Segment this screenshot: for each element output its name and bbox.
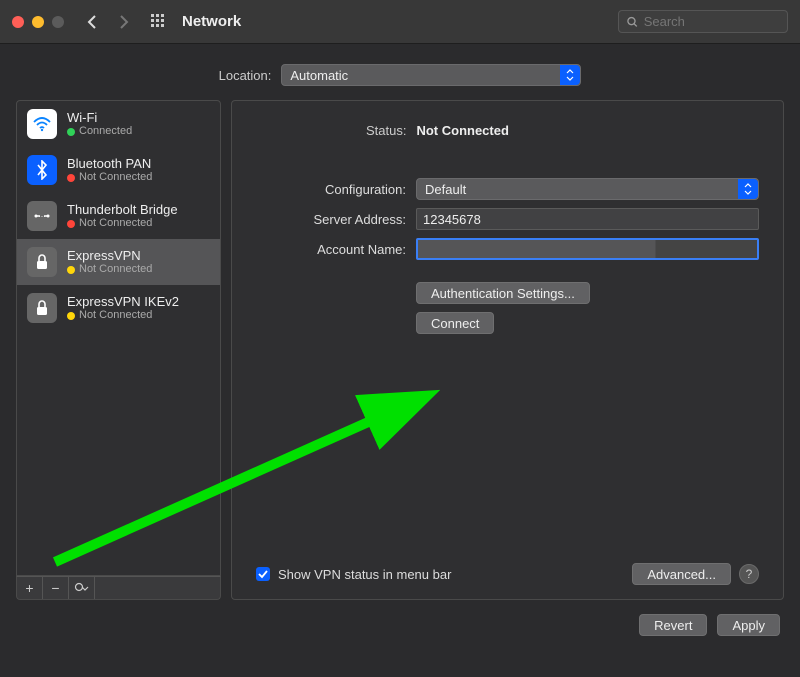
service-name: ExpressVPN IKEv2 [67, 294, 179, 310]
account-name-label: Account Name: [256, 242, 406, 257]
service-status: Connected [67, 125, 132, 138]
bottom-bar: Revert Apply [0, 600, 800, 636]
service-status: Not Connected [67, 217, 178, 230]
status-dot [67, 128, 75, 136]
configuration-select[interactable]: Default [416, 178, 759, 200]
service-item[interactable]: ExpressVPNNot Connected [17, 239, 220, 285]
search-icon [627, 16, 638, 28]
service-status: Not Connected [67, 263, 152, 276]
service-actions-button[interactable] [69, 577, 95, 599]
chevron-updown-icon [560, 65, 580, 85]
show-vpn-label: Show VPN status in menu bar [278, 567, 451, 582]
show-all-prefs-button[interactable] [148, 11, 170, 33]
status-label: Status: [366, 123, 406, 138]
service-name: Wi-Fi [67, 110, 132, 126]
account-name-input[interactable] [416, 238, 759, 260]
service-name: ExpressVPN [67, 248, 152, 264]
configuration-value: Default [425, 182, 466, 197]
service-list[interactable]: Wi-FiConnectedBluetooth PANNot Connected… [16, 100, 221, 576]
service-item[interactable]: Wi-FiConnected [17, 101, 220, 147]
search-field[interactable] [618, 10, 788, 33]
configuration-label: Configuration: [256, 182, 406, 197]
location-value: Automatic [290, 68, 348, 83]
connect-button[interactable]: Connect [416, 312, 494, 334]
help-button[interactable]: ? [739, 564, 759, 584]
detail-panel: Status: Not Connected Configuration: Def… [231, 100, 784, 600]
titlebar: Network [0, 0, 800, 44]
chevron-updown-icon [738, 179, 758, 199]
status-value: Not Connected [416, 123, 508, 138]
lock-icon [27, 293, 57, 323]
minimize-window-button[interactable] [32, 16, 44, 28]
sidebar: Wi-FiConnectedBluetooth PANNot Connected… [16, 100, 221, 600]
authentication-settings-button[interactable]: Authentication Settings... [416, 282, 590, 304]
location-select[interactable]: Automatic [281, 64, 581, 86]
service-item[interactable]: ⋯ Thunderbolt BridgeNot Connected [17, 193, 220, 239]
bt-icon [27, 155, 57, 185]
status-dot [67, 312, 75, 320]
wifi-icon [27, 109, 57, 139]
status-dot [67, 174, 75, 182]
nav-buttons [82, 12, 134, 32]
status-row: Status: Not Connected [256, 123, 759, 138]
svg-text:⋯: ⋯ [39, 214, 46, 221]
forward-button[interactable] [114, 12, 134, 32]
revert-button[interactable]: Revert [639, 614, 707, 636]
service-item[interactable]: ExpressVPN IKEv2Not Connected [17, 285, 220, 331]
status-dot [67, 220, 75, 228]
service-status: Not Connected [67, 171, 152, 184]
zoom-window-button[interactable] [52, 16, 64, 28]
tb-icon: ⋯ [27, 201, 57, 231]
close-window-button[interactable] [12, 16, 24, 28]
service-item[interactable]: Bluetooth PANNot Connected [17, 147, 220, 193]
status-dot [67, 266, 75, 274]
window-title: Network [182, 13, 241, 30]
server-address-input[interactable] [416, 208, 759, 230]
lock-icon [27, 247, 57, 277]
advanced-button[interactable]: Advanced... [632, 563, 731, 585]
main-content: Wi-FiConnectedBluetooth PANNot Connected… [0, 100, 800, 600]
location-row: Location: Automatic [0, 44, 800, 100]
show-vpn-checkbox[interactable] [256, 567, 270, 581]
traffic-lights [12, 16, 64, 28]
list-footer: + − [16, 576, 221, 600]
service-name: Thunderbolt Bridge [67, 202, 178, 218]
location-label: Location: [219, 68, 272, 83]
detail-footer: Show VPN status in menu bar Advanced... … [256, 563, 759, 585]
back-button[interactable] [82, 12, 102, 32]
search-input[interactable] [644, 14, 779, 29]
remove-service-button[interactable]: − [43, 577, 69, 599]
service-status: Not Connected [67, 309, 179, 322]
apply-button[interactable]: Apply [717, 614, 780, 636]
server-address-label: Server Address: [256, 212, 406, 227]
service-name: Bluetooth PAN [67, 156, 152, 172]
add-service-button[interactable]: + [17, 577, 43, 599]
